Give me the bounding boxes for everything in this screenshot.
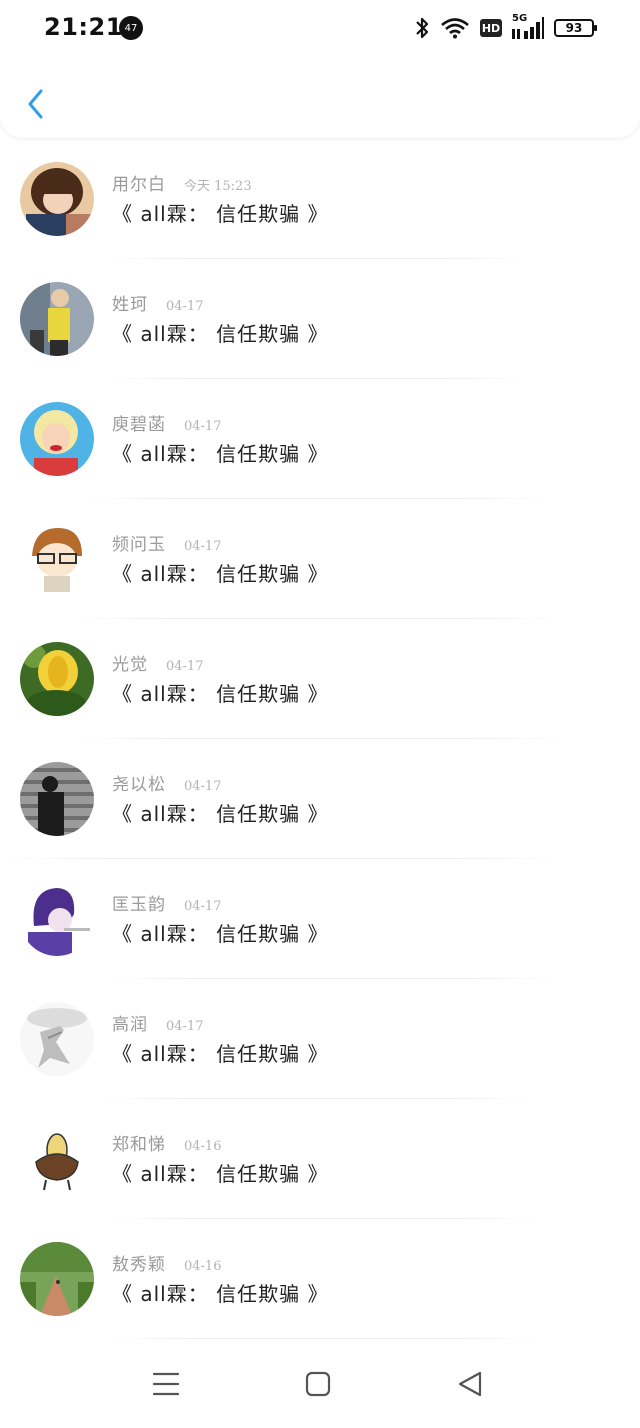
list-item[interactable]: 尧以松 04-17 《 all霖： 信任欺骗 》 [0,740,640,860]
notification-badge: 47 [119,16,143,40]
header: 21:21 47 HD 5G 93 [0,0,640,138]
chevron-left-icon [28,89,43,119]
list-item[interactable]: 敖秀颖 04-16 《 all霖： 信任欺骗 》 [0,1220,640,1340]
item-title: 《 all霖： 信任欺骗 》 [112,1162,329,1186]
item-time: 04-17 [166,659,204,674]
menu-icon [152,1372,180,1396]
home-square-icon [305,1371,331,1397]
menu-button[interactable] [148,1366,184,1402]
item-name: 庾碧菡 [112,415,166,435]
item-name: 高润 [112,1015,148,1035]
item-title: 《 all霖： 信任欺骗 》 [112,1042,329,1066]
avatar[interactable] [20,162,94,236]
avatar[interactable] [20,1002,94,1076]
wifi-icon [441,18,469,39]
item-title: 《 all霖： 信任欺骗 》 [112,442,329,466]
item-time: 04-16 [184,1259,222,1274]
list-item[interactable]: 匡玉韵 04-17 《 all霖： 信任欺骗 》 [0,860,640,980]
divider [0,858,564,859]
item-title: 《 all霖： 信任欺骗 》 [112,802,329,826]
hd-icon: HD [480,19,502,37]
item-time: 04-17 [166,1019,204,1034]
item-time: 04-17 [184,419,222,434]
home-button[interactable] [300,1366,336,1402]
item-title: 《 all霖： 信任欺骗 》 [112,562,329,586]
list-item[interactable]: 用尔白 今天 15:23 《 all霖： 信任欺骗 》 [0,140,640,260]
list-item[interactable]: 光觉 04-17 《 all霖： 信任欺骗 》 [0,620,640,740]
item-time: 04-17 [166,299,204,314]
item-time: 今天 15:23 [184,179,252,194]
divider [104,1218,544,1219]
item-title: 《 all霖： 信任欺骗 》 [112,322,329,346]
list-item[interactable]: 庾碧菡 04-17 《 all霖： 信任欺骗 》 [0,380,640,500]
item-time: 04-17 [184,899,222,914]
item-name: 频问玉 [112,535,166,555]
signal-icon: 5G [512,13,544,39]
message-list: 用尔白 今天 15:23 《 all霖： 信任欺骗 》 姓珂 04-17 《 a… [0,140,640,1340]
list-item[interactable]: 郑和悌 04-16 《 all霖： 信任欺骗 》 [0,1100,640,1220]
divider [104,1338,544,1339]
item-name: 尧以松 [112,775,166,795]
divider [104,258,528,259]
avatar[interactable] [20,882,94,956]
item-name: 郑和悌 [112,1135,166,1155]
avatar[interactable] [20,642,94,716]
status-icons: HD 5G 93 [414,13,597,42]
battery-icon: 93 [554,19,597,37]
divider [70,618,564,619]
item-name: 敖秀颖 [112,1255,166,1275]
divider [96,1098,536,1099]
item-title: 《 all霖： 信任欺骗 》 [112,1282,329,1306]
item-time: 04-17 [184,779,222,794]
avatar[interactable] [20,1242,94,1316]
item-time: 04-16 [184,1139,222,1154]
status-time: 21:21 [44,13,123,41]
item-name: 用尔白 [112,175,166,195]
item-title: 《 all霖： 信任欺骗 》 [112,202,329,226]
avatar[interactable] [20,522,94,596]
list-item[interactable]: 姓珂 04-17 《 all霖： 信任欺骗 》 [0,260,640,380]
status-bar: 21:21 47 HD 5G 93 [0,0,640,58]
divider [104,378,528,379]
item-name: 光觉 [112,655,148,675]
avatar[interactable] [20,402,94,476]
avatar[interactable] [20,282,94,356]
list-item[interactable]: 高润 04-17 《 all霖： 信任欺骗 》 [0,980,640,1100]
item-title: 《 all霖： 信任欺骗 》 [112,682,329,706]
bluetooth-icon [416,17,429,39]
back-triangle-icon [458,1371,482,1397]
item-time: 04-17 [184,539,222,554]
avatar[interactable] [20,762,94,836]
list-item[interactable]: 频问玉 04-17 《 all霖： 信任欺骗 》 [0,500,640,620]
item-name: 匡玉韵 [112,895,166,915]
item-name: 姓珂 [112,295,148,315]
divider [104,978,558,979]
divider [80,498,550,499]
back-button[interactable] [20,84,52,124]
item-title: 《 all霖： 信任欺骗 》 [112,922,329,946]
divider [70,738,564,739]
back-nav-button[interactable] [452,1366,488,1402]
avatar[interactable] [20,1122,94,1196]
system-nav-bar [0,1340,640,1428]
